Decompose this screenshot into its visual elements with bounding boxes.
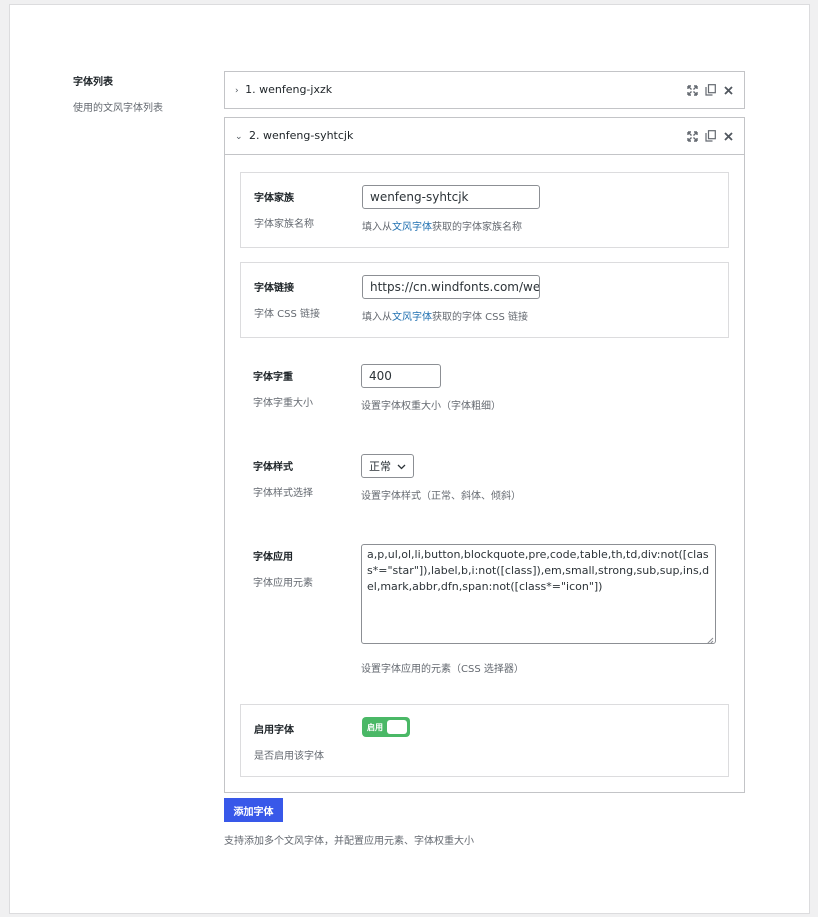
- toggle-knob: [387, 720, 407, 734]
- chevron-right-icon: ›: [235, 86, 239, 96]
- resize-handle-icon[interactable]: [706, 634, 714, 643]
- footer-help: 支持添加多个文风字体，并配置应用元素、字体权重大小: [224, 836, 474, 847]
- section-description: 使用的文风字体列表: [73, 103, 163, 114]
- add-font-button[interactable]: 添加字体: [224, 798, 283, 822]
- expand-icon[interactable]: [686, 129, 698, 143]
- font-weight-field: 字体字重 字体字重大小 400 设置字体权重大小（字体粗细）: [240, 352, 729, 428]
- field-description: 字体字重大小: [253, 398, 313, 409]
- field-description: 字体样式选择: [253, 488, 313, 499]
- field-title: 启用字体: [254, 725, 294, 736]
- chevron-down-icon: [397, 460, 406, 473]
- wenfeng-link[interactable]: 文风字体: [392, 222, 432, 233]
- field-title: 字体应用: [253, 552, 293, 563]
- section-title: 字体列表: [73, 77, 113, 88]
- font-item-1-header[interactable]: › 1. wenfeng-jxzk: [224, 71, 745, 109]
- font-weight-input[interactable]: 400: [361, 364, 441, 388]
- chevron-down-icon: ⌄: [235, 132, 243, 142]
- font-style-select[interactable]: 正常: [361, 454, 414, 478]
- font-enable-field: 启用字体 是否启用该字体 启用: [240, 704, 729, 777]
- toggle-label: 启用: [367, 722, 383, 732]
- selected-value: 正常: [369, 460, 391, 473]
- field-title: 字体链接: [254, 283, 294, 294]
- font-family-input[interactable]: wenfeng-syhtcjk: [362, 185, 540, 209]
- field-title: 字体字重: [253, 372, 293, 383]
- field-help: 设置字体权重大小（字体粗细）: [361, 401, 501, 412]
- copy-icon[interactable]: [704, 129, 716, 143]
- field-description: 字体 CSS 链接: [254, 309, 321, 320]
- field-title: 字体家族: [254, 193, 294, 204]
- close-icon[interactable]: [722, 129, 734, 143]
- field-help: 填入从文风字体获取的字体家族名称: [362, 222, 522, 233]
- font-apply-field: 字体应用 字体应用元素 a,p,ul,ol,li,button,blockquo…: [240, 532, 729, 682]
- copy-icon[interactable]: [704, 83, 716, 97]
- field-title: 字体样式: [253, 462, 293, 473]
- enable-font-toggle[interactable]: 启用: [362, 717, 410, 737]
- field-help: 填入从文风字体获取的字体 CSS 链接: [362, 312, 529, 323]
- font-item-2-body: 字体家族 字体家族名称 wenfeng-syhtcjk 填入从文风字体获取的字体…: [224, 155, 745, 793]
- field-help: 设置字体样式（正常、斜体、倾斜）: [361, 491, 521, 502]
- field-description: 字体应用元素: [253, 578, 313, 589]
- expand-icon[interactable]: [686, 83, 698, 97]
- font-item-label: 1. wenfeng-jxzk: [245, 83, 333, 96]
- font-link-field: 字体链接 字体 CSS 链接 https://cn.windfonts.com/…: [240, 262, 729, 338]
- wenfeng-link[interactable]: 文风字体: [392, 312, 432, 323]
- font-item-label: 2. wenfeng-syhtcjk: [249, 129, 354, 142]
- font-link-input[interactable]: https://cn.windfonts.com/wenf: [362, 275, 540, 299]
- font-apply-textarea[interactable]: a,p,ul,ol,li,button,blockquote,pre,code,…: [361, 544, 716, 644]
- close-icon[interactable]: [722, 83, 734, 97]
- field-description: 是否启用该字体: [254, 751, 324, 762]
- font-item-2-header[interactable]: ⌄ 2. wenfeng-syhtcjk: [224, 117, 745, 155]
- font-family-field: 字体家族 字体家族名称 wenfeng-syhtcjk 填入从文风字体获取的字体…: [240, 172, 729, 248]
- field-description: 字体家族名称: [254, 219, 314, 230]
- font-style-field: 字体样式 字体样式选择 正常 设置字体样式（正常、斜体、倾斜）: [240, 442, 729, 518]
- field-help: 设置字体应用的元素（CSS 选择器）: [361, 664, 524, 675]
